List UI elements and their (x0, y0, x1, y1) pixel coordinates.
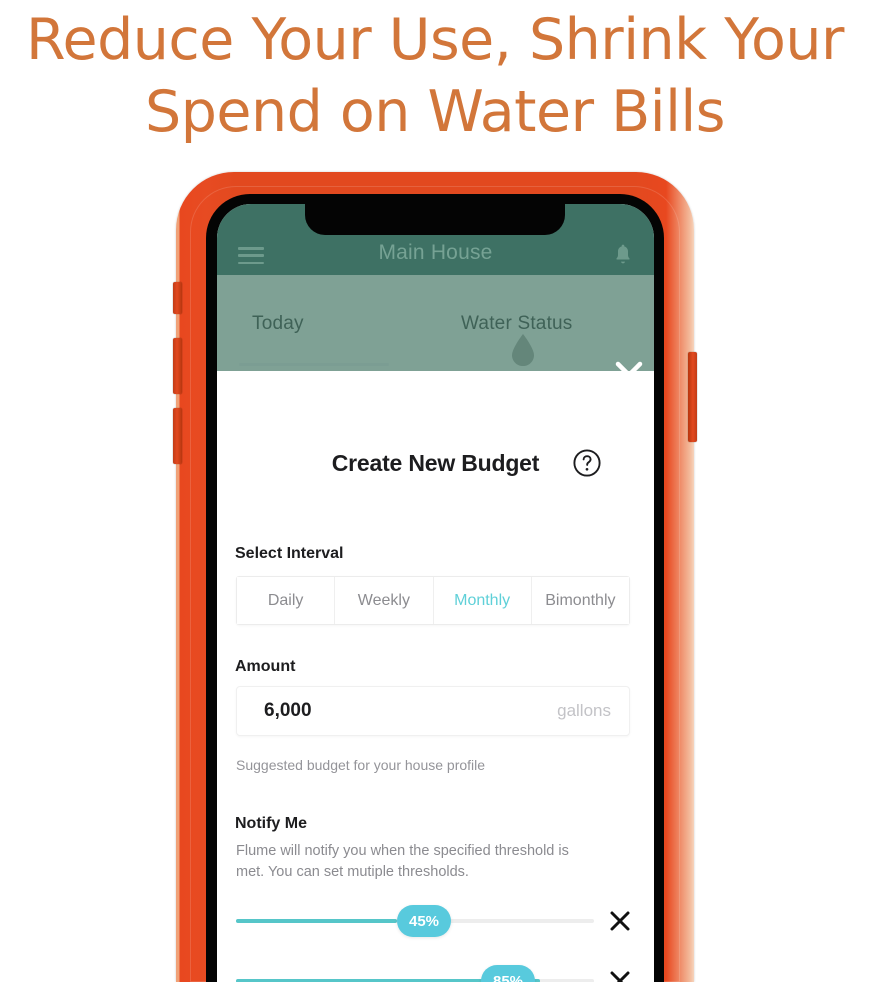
headline-line-1: Reduce Your Use, Shrink Your (26, 7, 844, 73)
threshold-slider-handle[interactable]: 45% (397, 905, 451, 937)
amount-input[interactable]: 6,000 gallons (236, 686, 630, 736)
power-button[interactable] (688, 352, 697, 442)
headline-line-2: Spend on Water Bills (145, 79, 725, 145)
threshold-slider-fill (236, 919, 398, 923)
threshold-slider-row: 85% (217, 961, 654, 982)
tab-today[interactable]: Today (252, 313, 304, 335)
amount-unit-label: gallons (557, 701, 611, 720)
tab-active-indicator (239, 363, 389, 366)
phone-screen: Main House Today Water Status Create New… (217, 204, 654, 982)
interval-option-weekly[interactable]: Weekly (335, 577, 434, 624)
volume-down-button[interactable] (173, 408, 182, 464)
create-budget-sheet: Create New Budget Select Interval Daily … (217, 371, 654, 982)
app-title: Main House (378, 241, 493, 264)
page-headline: Reduce Your Use, Shrink Your Spend on Wa… (0, 0, 870, 148)
threshold-slider-handle[interactable]: 85% (481, 965, 535, 982)
device-notch (305, 204, 565, 235)
app-header: Main House (217, 204, 654, 275)
notification-bell-icon[interactable] (613, 244, 633, 266)
sheet-header: Create New Budget (217, 448, 654, 484)
water-droplet-icon (509, 333, 537, 367)
remove-threshold-button[interactable] (609, 970, 631, 982)
notify-me-description: Flume will notify you when the specified… (236, 843, 569, 880)
threshold-slider-row: 45% (217, 901, 654, 941)
mute-switch-button[interactable] (173, 282, 182, 314)
notify-me-label: Notify Me (235, 815, 307, 832)
app-navbar: Main House (217, 235, 654, 275)
amount-label: Amount (235, 658, 296, 675)
remove-threshold-button[interactable] (609, 910, 631, 932)
close-icon[interactable] (610, 356, 648, 394)
amount-value[interactable]: 6,000 (264, 700, 312, 722)
interval-option-daily[interactable]: Daily (237, 577, 336, 624)
app-tabstrip: Today Water Status (217, 275, 654, 371)
amount-helper-text: Suggested budget for your house profile (236, 757, 486, 773)
interval-option-monthly[interactable]: Monthly (433, 577, 532, 624)
interval-segmented-control[interactable]: Daily Weekly Monthly Bimonthly (236, 576, 630, 625)
phone-mockup: Main House Today Water Status Create New… (168, 172, 702, 982)
select-interval-label: Select Interval (235, 545, 344, 562)
interval-option-bimonthly[interactable]: Bimonthly (531, 577, 629, 624)
volume-up-button[interactable] (173, 338, 182, 394)
question-mark-circle-icon[interactable] (572, 448, 602, 478)
tab-water-status[interactable]: Water Status (461, 313, 573, 335)
